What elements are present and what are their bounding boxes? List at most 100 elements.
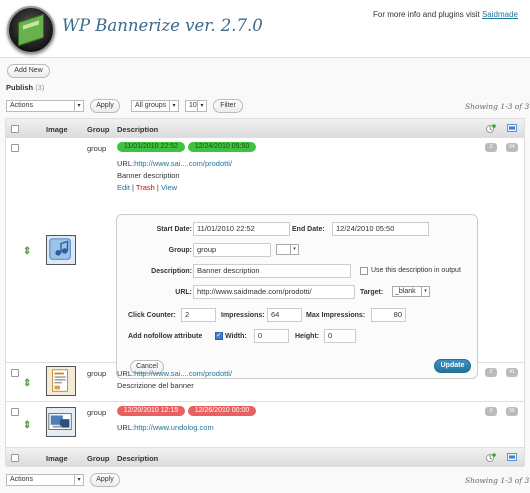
clicks-icon	[486, 124, 496, 133]
end-date-input[interactable]: 12/24/2010 05:50	[332, 222, 429, 236]
description-label: Description:	[151, 268, 192, 275]
row-description: Banner description	[117, 171, 180, 180]
end-date-badge: 12/24/2010 05:50	[188, 142, 256, 152]
url-label: URL:	[117, 159, 135, 168]
use-description-checkbox[interactable]	[360, 267, 368, 275]
url-link[interactable]: http://www.sai....com/prodotti/	[134, 369, 232, 378]
saidmade-link[interactable]: Saidmade	[482, 10, 518, 19]
row-group: group	[87, 144, 107, 153]
width-input[interactable]: 0	[254, 329, 289, 343]
impressions-count-badge: 41	[506, 368, 518, 377]
info-label: For more info and plugins visit	[373, 10, 480, 19]
start-date-input[interactable]: 11/01/2010 22:52	[193, 222, 290, 236]
target-value: _blank	[395, 288, 416, 295]
bulk-actions-value: Actions	[10, 476, 33, 483]
end-date-label: End Date:	[292, 226, 325, 233]
per-page-value: 10	[189, 102, 197, 109]
row-url: URL:http://www.undolog.com	[117, 423, 214, 432]
column-description: Description	[117, 454, 159, 463]
chevron-down-icon: ▾	[421, 287, 429, 296]
showing-count: Showing 1-3 of 3	[465, 102, 530, 111]
group-select[interactable]: ▾	[276, 244, 299, 255]
column-group: Group	[87, 125, 110, 134]
add-new-button[interactable]: Add New	[7, 64, 50, 78]
row-actions: Edit | Trash | View	[117, 183, 178, 192]
nofollow-label: Add nofollow attribute	[128, 333, 203, 340]
drag-handle-icon[interactable]: ⇕	[23, 378, 31, 389]
chevron-down-icon: ▾	[74, 475, 83, 485]
drag-handle-icon[interactable]: ⇕	[23, 420, 31, 431]
height-label: Height:	[295, 333, 320, 340]
click-counter-label: Click Counter:	[128, 312, 176, 319]
table-row: ⇕ group 11/01/2010 22:52 12/24/2010 05:5…	[6, 138, 524, 379]
url-label: URL:	[117, 423, 135, 432]
apply-button-bottom[interactable]: Apply	[90, 473, 120, 487]
url-link[interactable]: http://www.undolog.com	[134, 423, 214, 432]
showing-count-bottom: Showing 1-3 of 3	[465, 476, 530, 485]
inline-edit-form: Start Date: 11/01/2010 22:52 End Date: 1…	[116, 214, 478, 379]
view-link[interactable]: View	[161, 183, 177, 192]
nofollow-checkbox[interactable]	[215, 331, 223, 340]
impressions-icon	[507, 453, 517, 461]
publish-label: Publish	[6, 83, 34, 92]
row-url: URL:http://www.sai....com/prodotti/	[117, 369, 232, 378]
url-label: URL:	[175, 289, 192, 296]
start-date-badge: 12/20/2010 12:15	[117, 406, 185, 416]
photo-image-icon	[48, 413, 72, 430]
row-description: Descrizione del banner	[117, 381, 194, 390]
chevron-down-icon: ▾	[169, 101, 178, 111]
url-link[interactable]: http://www.sai....com/prodotti/	[134, 159, 232, 168]
select-all-checkbox[interactable]	[11, 454, 19, 462]
itunes-image-icon	[49, 238, 71, 260]
publish-filter[interactable]: Publish (3)	[6, 83, 44, 92]
table-footer: Image Group Description	[6, 448, 524, 467]
impressions-input[interactable]: 64	[267, 308, 302, 322]
impressions-label: Impressions:	[221, 312, 265, 319]
url-label: URL:	[117, 369, 135, 378]
row-checkbox[interactable]	[11, 369, 19, 377]
bulk-actions-value: Actions	[10, 102, 33, 109]
table-row: ⇕ group URL:http://www.sai....com/prodot…	[6, 363, 524, 402]
use-description-label: Use this description in output	[371, 267, 461, 274]
edit-link[interactable]: Edit	[117, 183, 130, 192]
click-counter-input[interactable]: 2	[181, 308, 216, 322]
per-page-select[interactable]: 10 ▾	[185, 100, 207, 112]
drag-handle-icon[interactable]: ⇕	[23, 246, 31, 257]
page-title: WP Bannerize ver. 2.7.0	[62, 16, 263, 35]
max-impressions-input[interactable]: 80	[371, 308, 406, 322]
target-select[interactable]: _blank ▾	[392, 286, 430, 297]
row-checkbox[interactable]	[11, 144, 19, 152]
groups-select[interactable]: All groups ▾	[131, 100, 179, 112]
height-input[interactable]: 0	[324, 329, 356, 343]
row-checkbox[interactable]	[11, 408, 19, 416]
banner-table: Image Group Description ⇕ group 11/01/20…	[5, 118, 525, 467]
bulk-actions-select[interactable]: Actions ▾	[6, 100, 84, 112]
impressions-icon	[507, 124, 517, 132]
target-label: Target:	[360, 289, 384, 296]
chevron-down-icon: ▾	[290, 245, 298, 254]
group-input[interactable]: group	[193, 243, 271, 257]
trash-link[interactable]: Trash	[136, 183, 155, 192]
select-all-checkbox[interactable]	[11, 125, 19, 133]
description-input[interactable]: Banner description	[193, 264, 351, 278]
start-date-badge: 11/01/2010 22:52	[117, 142, 185, 152]
publish-count: (3)	[35, 83, 45, 92]
width-label: Width:	[225, 333, 247, 340]
impressions-count-badge: 64	[506, 143, 518, 152]
impressions-count-badge: 56	[506, 407, 518, 416]
bulk-actions-select-bottom[interactable]: Actions ▾	[6, 474, 84, 486]
clicks-count-badge: 2	[485, 368, 497, 377]
column-description: Description	[117, 125, 159, 134]
row-url: URL:http://www.sai....com/prodotti/	[117, 159, 232, 168]
groups-value: All groups	[135, 102, 167, 109]
header: WP Bannerize ver. 2.7.0 For more info an…	[0, 0, 530, 58]
table-row: ⇕ group 12/20/2010 12:15 12/26/2010 00:0…	[6, 402, 524, 448]
apply-button[interactable]: Apply	[90, 99, 120, 113]
bannerize-logo-icon	[7, 6, 55, 54]
row-group: group	[87, 408, 107, 417]
column-group: Group	[87, 454, 110, 463]
banner-thumbnail	[46, 407, 76, 437]
row-group: group	[87, 369, 107, 378]
url-input[interactable]: http://www.saidmade.com/prodotti/	[193, 285, 355, 299]
filter-button[interactable]: Filter	[213, 99, 243, 113]
